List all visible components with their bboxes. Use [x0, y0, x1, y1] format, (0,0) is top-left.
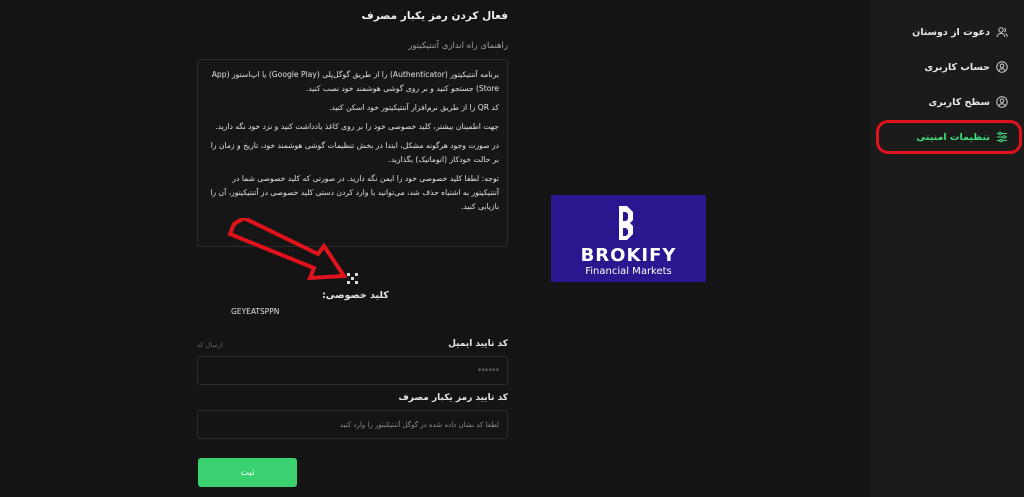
sidebar-item-invite-friends[interactable]: دعوت از دوستان	[912, 20, 1008, 44]
user-level-icon	[996, 96, 1008, 108]
email-code-label: کد تایید ایمیل	[448, 339, 508, 349]
guide-paragraph: در صورت وجود هرگونه مشکل، ابتدا در بخش ت…	[210, 141, 499, 164]
email-code-value: ******	[478, 366, 499, 375]
email-code-field[interactable]: ******	[197, 356, 508, 385]
guide-paragraph: جهت اطمینان بیشتر، کلید خصوصی خود را بر …	[215, 122, 499, 131]
qr-code-icon[interactable]	[347, 273, 358, 284]
sidebar-item-label: دعوت از دوستان	[912, 26, 990, 38]
guide-paragraph: کد QR را از طریق نرم‌افزار آتنتیکیتور خو…	[328, 103, 499, 112]
sidebar: دعوت از دوستان حساب کاربری سطح کاربری تن…	[871, 0, 1024, 497]
sidebar-item-security-settings[interactable]: تنظیمات امنیتی	[916, 125, 1008, 149]
sidebar-item-label: سطح کاربری	[928, 96, 991, 108]
guide-title: راهنمای راه اندازی آتنتیکیتور	[408, 41, 508, 51]
sidebar-item-user-level[interactable]: سطح کاربری	[929, 90, 1009, 114]
logo-brand-text: BROKIFY	[581, 245, 677, 266]
otp-label: کد تایید رمز یکبار مصرف	[398, 393, 508, 403]
send-code-link[interactable]: ارسال کد	[197, 341, 223, 349]
red-arrow-annotation	[227, 218, 348, 281]
brokify-mark-icon	[619, 206, 633, 240]
sidebar-item-account[interactable]: حساب کاربری	[924, 55, 1008, 79]
user-circle-icon	[996, 61, 1008, 73]
sidebar-item-label: تنظیمات امنیتی	[916, 131, 990, 143]
otp-placeholder: لطفا کد نشان داده شده در گوگل آتنتیکیتور…	[339, 420, 499, 429]
page-title: فعال کردن رمز یکبار مصرف	[361, 10, 508, 22]
submit-button[interactable]: ثبت	[198, 458, 297, 487]
guide-paragraph: توجه: لطفا کلید خصوصی خود را ایمن نگه دا…	[210, 174, 499, 211]
guide-paragraph: برنامه آتنتیکیتور (Authenticator) را از …	[211, 70, 499, 93]
brokify-logo: BROKIFY Financial Markets	[551, 195, 706, 282]
private-key-value[interactable]: GEYEATSPPN	[231, 307, 279, 316]
sidebar-item-label: حساب کاربری	[924, 61, 990, 73]
users-icon	[996, 26, 1008, 38]
private-key-label: کلید خصوصی:	[322, 290, 389, 301]
logo-tagline-text: Financial Markets	[585, 266, 672, 277]
otp-field[interactable]: لطفا کد نشان داده شده در گوگل آتنتیکیتور…	[197, 410, 508, 439]
sliders-icon	[996, 131, 1008, 143]
